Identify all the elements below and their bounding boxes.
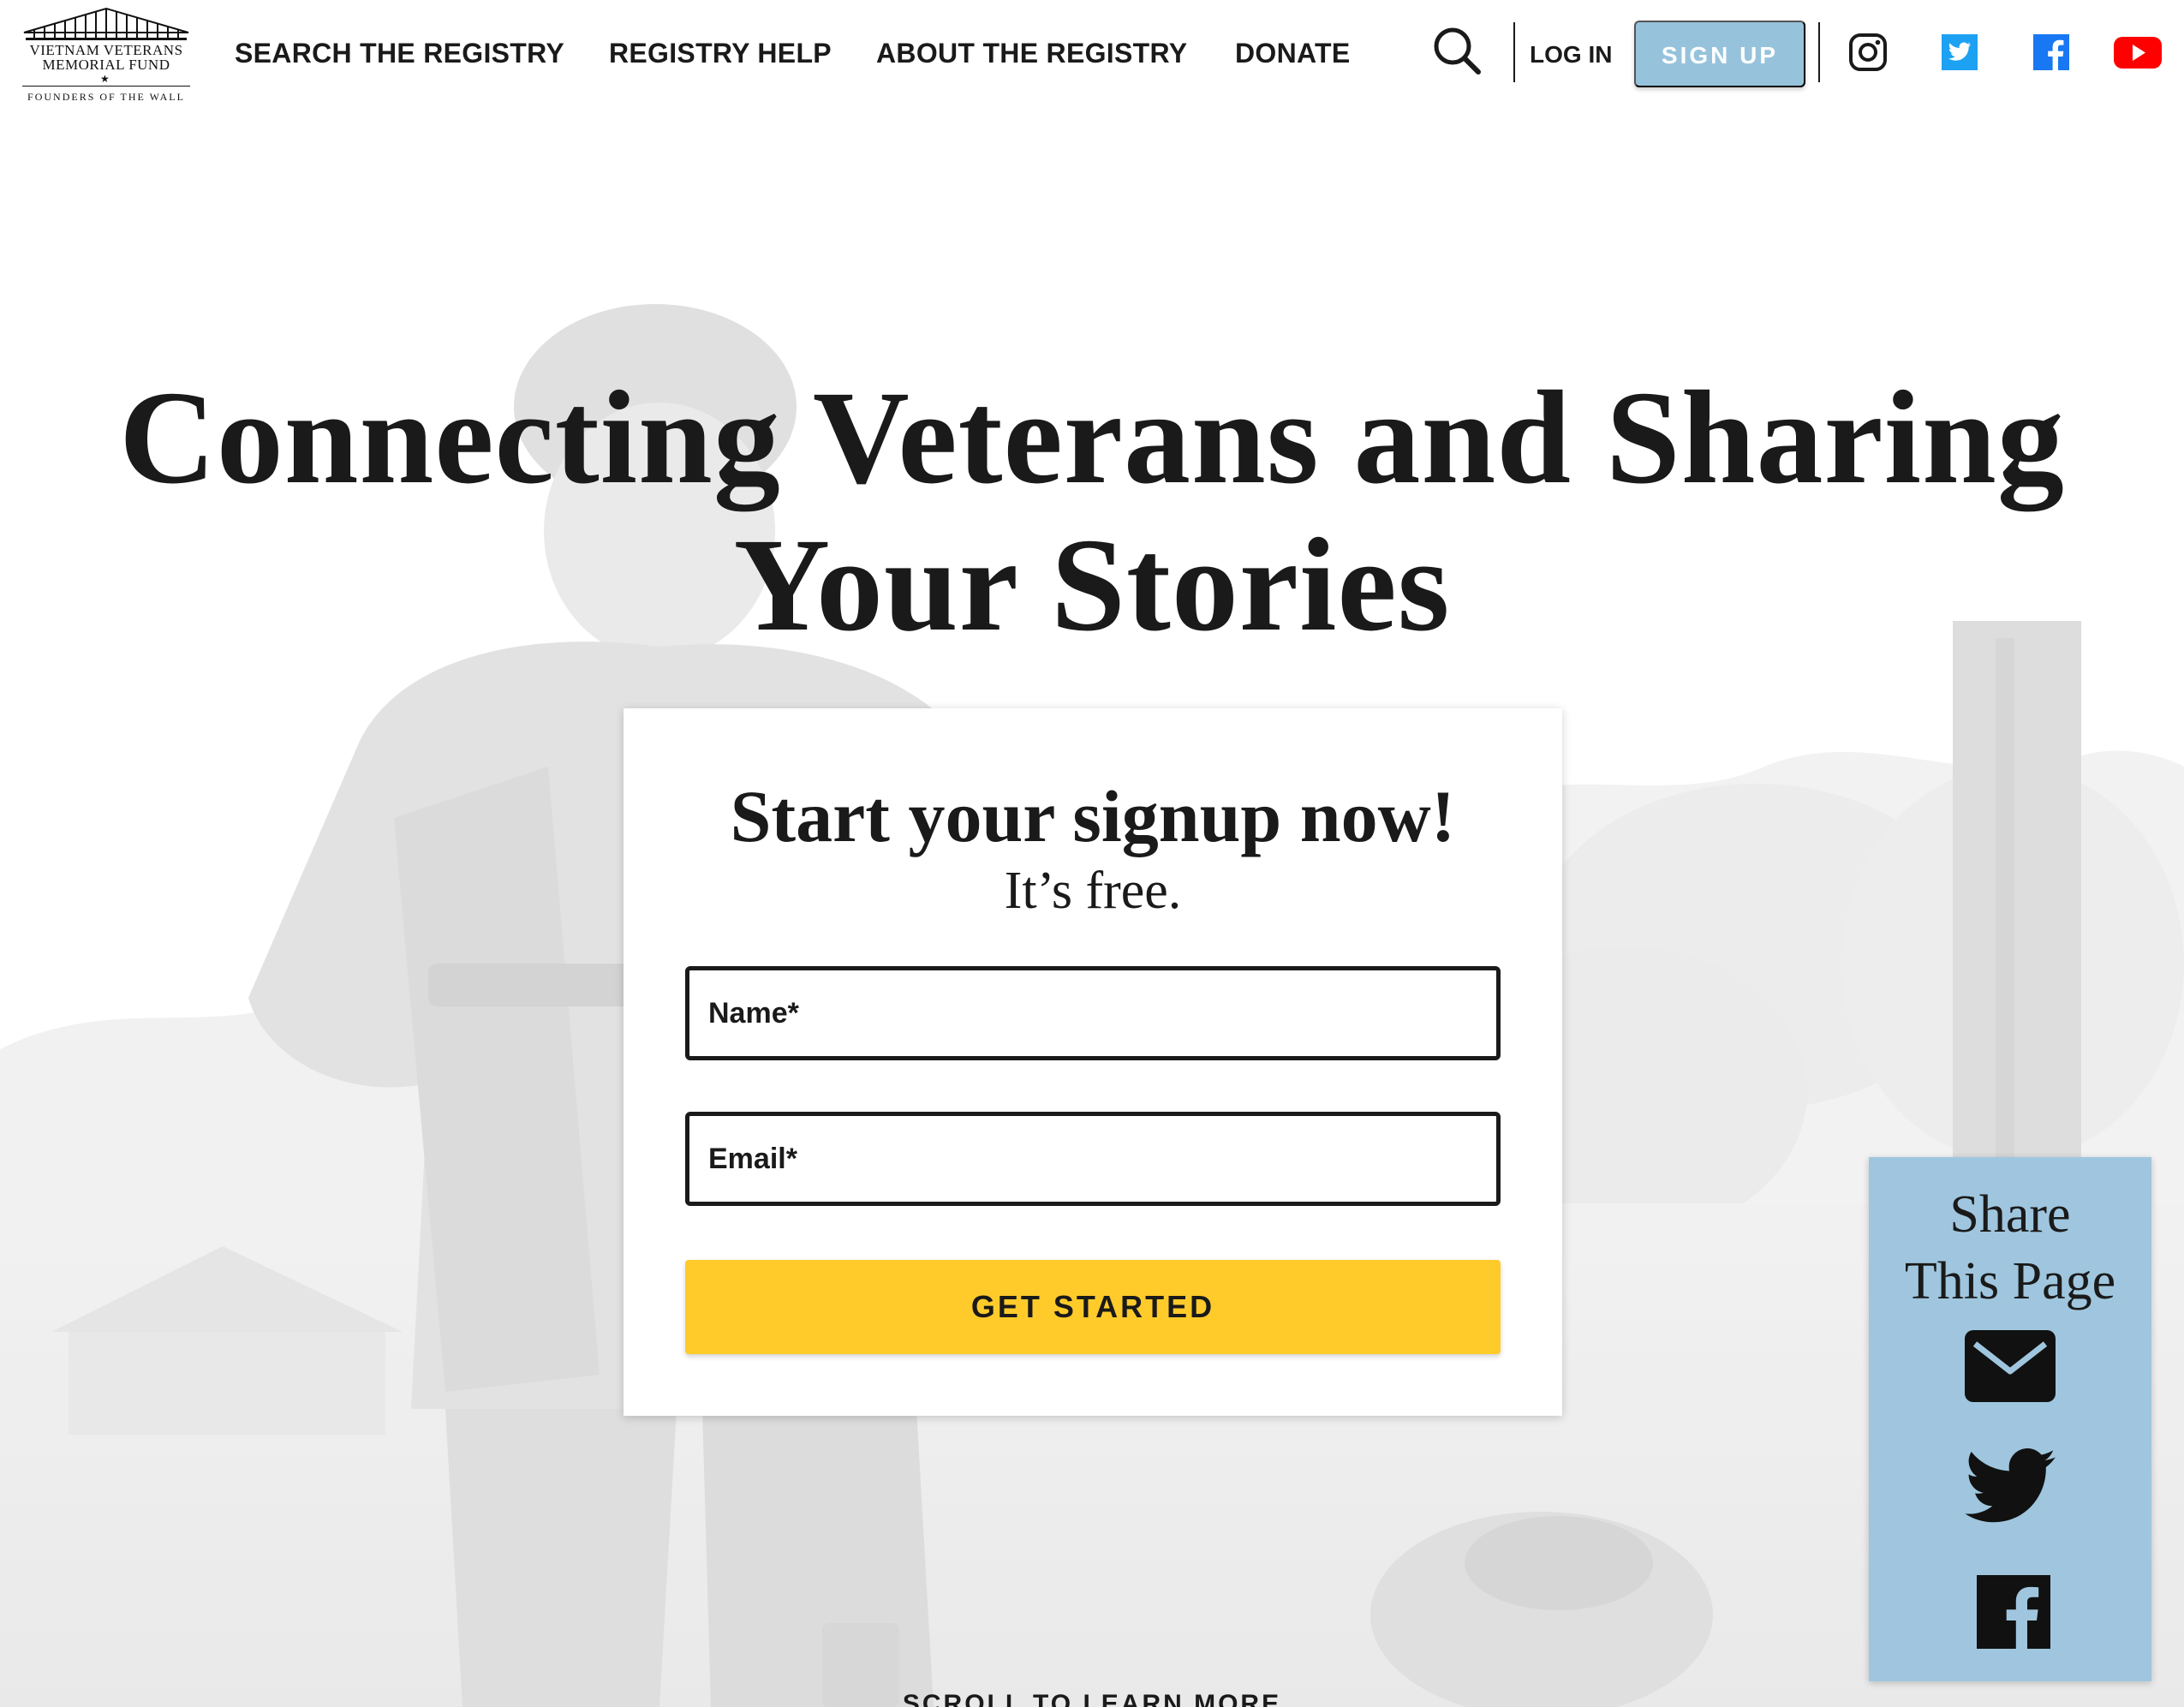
instagram-icon[interactable]: [1848, 33, 1888, 72]
search-icon[interactable]: [1432, 26, 1482, 75]
hero-headline-line-1: Connecting Veterans and Sharing: [119, 363, 2065, 511]
nav-about-the-registry[interactable]: ABOUT THE REGISTRY: [876, 38, 1187, 69]
logo-divider: [22, 86, 190, 87]
vvmf-logo[interactable]: VIETNAM VETERANS MEMORIAL FUND ★ FOUNDER…: [22, 7, 190, 103]
get-started-button[interactable]: GET STARTED: [685, 1260, 1501, 1354]
signup-card: Start your signup now! It’s free. GET ST…: [624, 708, 1562, 1416]
signup-card-subtitle: It’s free.: [1004, 862, 1182, 920]
scroll-to-learn-more[interactable]: SCROLL TO LEARN MORE: [0, 1690, 2184, 1707]
site-header: VIETNAM VETERANS MEMORIAL FUND ★ FOUNDER…: [0, 0, 2184, 107]
header-divider: [1818, 22, 1820, 82]
memorial-roof-icon: [23, 7, 189, 40]
share-panel-title: Share This Page: [1869, 1181, 2151, 1315]
facebook-icon[interactable]: [2032, 33, 2071, 72]
share-title-line-2: This Page: [1904, 1252, 2116, 1310]
logo-line-1: VIETNAM VETERANS: [29, 42, 183, 58]
login-link[interactable]: LOG IN: [1530, 41, 1612, 69]
logo-line-2: MEMORIAL FUND: [42, 57, 170, 73]
logo-star: ★: [100, 73, 110, 85]
twitter-icon[interactable]: [1940, 33, 1979, 72]
nav-registry-help[interactable]: REGISTRY HELP: [609, 38, 832, 69]
name-field[interactable]: [685, 966, 1501, 1060]
hero-section: Connecting Veterans and Sharing Your Sto…: [0, 107, 2184, 1707]
nav-search-the-registry[interactable]: SEARCH THE REGISTRY: [235, 38, 564, 69]
share-title-line-1: Share: [1949, 1185, 2071, 1244]
email-field[interactable]: [685, 1112, 1501, 1206]
twitter-icon[interactable]: [1965, 1448, 2056, 1524]
nav-donate[interactable]: DONATE: [1235, 38, 1351, 69]
hero-headline-line-2: Your Stories: [733, 510, 1451, 659]
facebook-icon[interactable]: [1977, 1575, 2050, 1649]
logo-tagline: FOUNDERS OF THE WALL: [27, 91, 185, 103]
hero-headline: Connecting Veterans and Sharing Your Sto…: [0, 364, 2184, 659]
share-panel: Share This Page: [1869, 1157, 2151, 1681]
header-divider: [1513, 22, 1515, 82]
signup-card-title: Start your signup now!: [730, 775, 1456, 857]
youtube-icon[interactable]: [2113, 33, 2163, 72]
signup-button[interactable]: SIGN UP: [1634, 21, 1805, 87]
email-icon[interactable]: [1963, 1328, 2057, 1404]
